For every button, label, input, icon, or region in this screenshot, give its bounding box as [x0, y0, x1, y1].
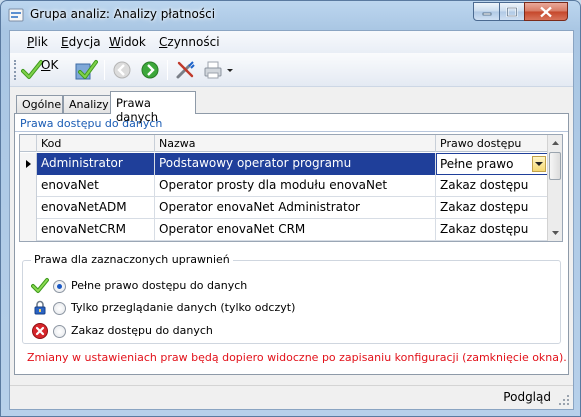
rights-table: Kod Nazwa Prawo dostępu Administrator Po… — [19, 134, 563, 242]
radio-full-access[interactable] — [53, 280, 66, 293]
cell-nazwa[interactable]: Operator enovaNet Administrator — [155, 197, 436, 219]
tab-prawa-danych[interactable]: Prawa danych — [110, 91, 196, 124]
cell-prawo[interactable]: Zakaz dostępu — [436, 197, 548, 219]
menu-edycja[interactable]: Edycja — [61, 35, 101, 49]
table-header: Kod Nazwa Prawo dostępu — [20, 135, 548, 152]
tools-icon[interactable] — [174, 58, 196, 82]
title-bar[interactable]: Grupa analiz: Analizy płatności — [1, 1, 580, 29]
scroll-thumb[interactable] — [549, 152, 561, 180]
row-indicator — [20, 219, 37, 241]
maximize-button[interactable] — [499, 2, 525, 21]
tab-panel: Prawa dostępu do danych Kod Nazwa Prawo … — [14, 113, 569, 375]
radio-label[interactable]: Pełne prawo dostępu do danych — [71, 279, 247, 292]
dropdown-button[interactable] — [532, 156, 546, 172]
permissions-group-title: Prawa dla zaznaczonych uprawnień — [31, 253, 233, 266]
tab-analizy[interactable]: Analizy — [63, 95, 111, 113]
ok-check-icon[interactable] — [21, 58, 43, 82]
table-row[interactable]: enovaNetADM Operator enovaNet Administra… — [20, 197, 548, 219]
cell-kod[interactable]: Administrator — [37, 153, 155, 175]
radio-label[interactable]: Tylko przeglądanie danych (tylko odczyt) — [71, 301, 295, 314]
cell-prawo[interactable]: Zakaz dostępu — [436, 175, 548, 197]
table-row[interactable]: enovaNet Operator prosty dla modułu enov… — [20, 175, 548, 197]
access-right-dropdown[interactable]: Pełne prawo — [436, 153, 548, 175]
maximize-icon — [506, 6, 518, 17]
column-header-kod[interactable]: Kod — [37, 135, 155, 152]
access-right-value: Pełne prawo — [440, 157, 514, 171]
status-bar: Podgląd — [10, 385, 573, 409]
check-icon — [31, 278, 49, 293]
status-preview: Podgląd — [503, 390, 551, 404]
print-icon[interactable] — [202, 58, 224, 82]
minimize-icon — [482, 12, 491, 15]
toolbar-separator — [167, 60, 168, 80]
cell-prawo[interactable]: Zakaz dostępu — [436, 219, 548, 241]
column-header-prawo[interactable]: Prawo dostępu — [436, 135, 548, 152]
menu-czynnosci[interactable]: Czynności — [159, 35, 220, 49]
application-window: Grupa analiz: Analizy płatności Plik Edy… — [0, 0, 581, 417]
lock-icon — [34, 300, 46, 315]
permissions-group: Prawa dla zaznaczonych uprawnień Pełne p… — [22, 253, 561, 344]
chevron-down-icon[interactable] — [225, 58, 235, 82]
client-area: Plik Edycja Widok Czynności OK Ogólne An… — [9, 30, 574, 410]
close-icon — [540, 6, 552, 17]
radio-label[interactable]: Zakaz dostępu do danych — [71, 324, 213, 337]
column-header-nazwa[interactable]: Nazwa — [155, 135, 436, 152]
header-indicator-cell — [20, 135, 37, 152]
toolbar: OK — [10, 53, 573, 87]
forward-icon[interactable] — [140, 58, 160, 82]
toolbar-grip[interactable] — [14, 60, 17, 80]
save-check-icon[interactable] — [74, 58, 98, 82]
grid-container: Kod Nazwa Prawo dostępu Administrator Po… — [15, 131, 568, 242]
radio-no-access[interactable] — [53, 325, 66, 338]
app-icon — [8, 8, 24, 22]
tab-label: Prawa danych — [116, 96, 159, 124]
scroll-up-icon[interactable] — [548, 135, 563, 151]
tab-label: Ogólne — [22, 98, 62, 111]
radio-read-only[interactable] — [53, 302, 66, 315]
table-row[interactable]: Administrator Podstawowy operator progra… — [20, 153, 548, 175]
cell-nazwa[interactable]: Operator enovaNet CRM — [155, 219, 436, 241]
tab-strip: Ogólne Analizy Prawa danych — [14, 91, 569, 124]
table-row[interactable]: enovaNetCRM Operator enovaNet CRM Zakaz … — [20, 219, 548, 241]
cell-nazwa[interactable]: Operator prosty dla modułu enovaNet — [155, 175, 436, 197]
minimize-button[interactable] — [473, 2, 500, 21]
cell-nazwa[interactable]: Podstawowy operator programu — [155, 153, 436, 175]
tab-ogolne[interactable]: Ogólne — [16, 95, 63, 113]
menu-plik[interactable]: Plik — [27, 35, 48, 49]
menu-widok[interactable]: Widok — [109, 35, 146, 49]
deny-icon — [32, 323, 48, 339]
row-indicator — [20, 175, 37, 197]
cell-kod[interactable]: enovaNetADM — [37, 197, 155, 219]
back-icon[interactable] — [112, 58, 132, 82]
menu-bar: Plik Edycja Widok Czynności — [10, 31, 573, 53]
warning-note: Zmiany w ustawieniach praw będą dopiero … — [27, 351, 567, 364]
scroll-down-icon[interactable] — [548, 225, 563, 241]
cell-kod[interactable]: enovaNet — [37, 175, 155, 197]
close-button[interactable] — [524, 2, 568, 21]
toolbar-separator — [104, 60, 105, 80]
resize-grip-icon[interactable] — [558, 394, 570, 406]
tab-label: Analizy — [69, 98, 109, 111]
ok-button[interactable]: OK — [41, 58, 58, 72]
vertical-scrollbar[interactable] — [547, 135, 562, 241]
current-row-arrow-icon — [26, 160, 31, 168]
window-title: Grupa analiz: Analizy płatności — [30, 7, 216, 21]
chevron-down-icon — [535, 162, 543, 166]
row-indicator — [20, 197, 37, 219]
cell-kod[interactable]: enovaNetCRM — [37, 219, 155, 241]
row-indicator — [20, 153, 37, 175]
